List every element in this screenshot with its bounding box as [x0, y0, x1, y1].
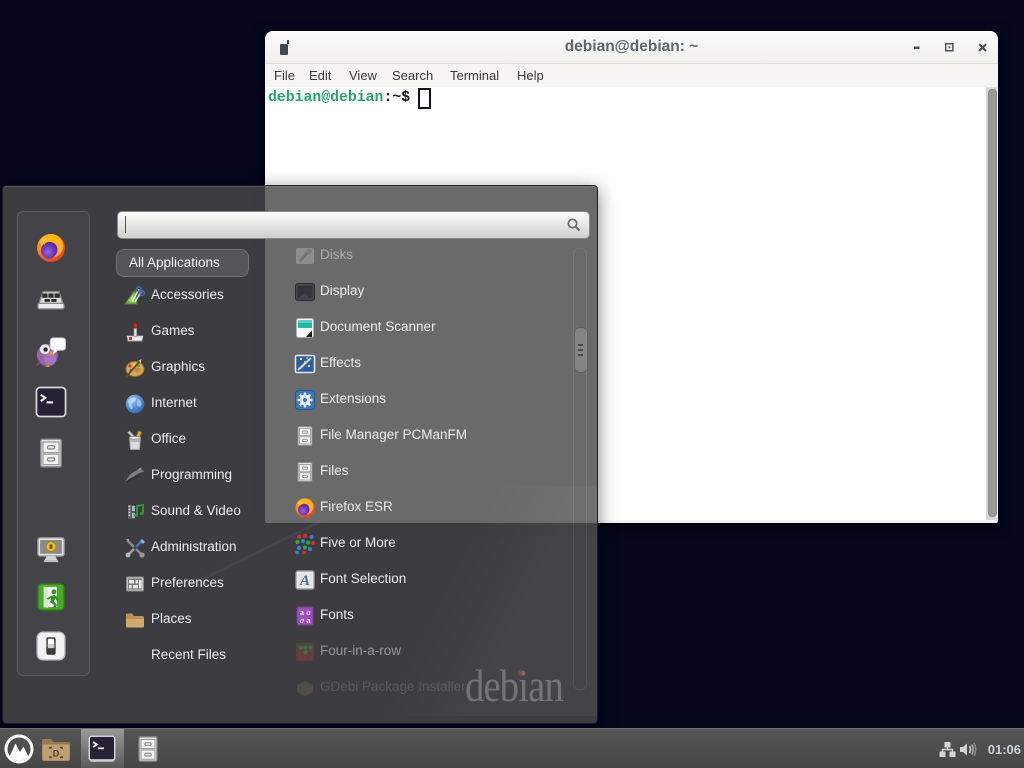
svg-text:D: D	[53, 749, 60, 759]
svg-text:a: a	[300, 616, 304, 625]
svg-text:A: A	[299, 573, 310, 589]
svg-text:a: a	[307, 616, 311, 625]
